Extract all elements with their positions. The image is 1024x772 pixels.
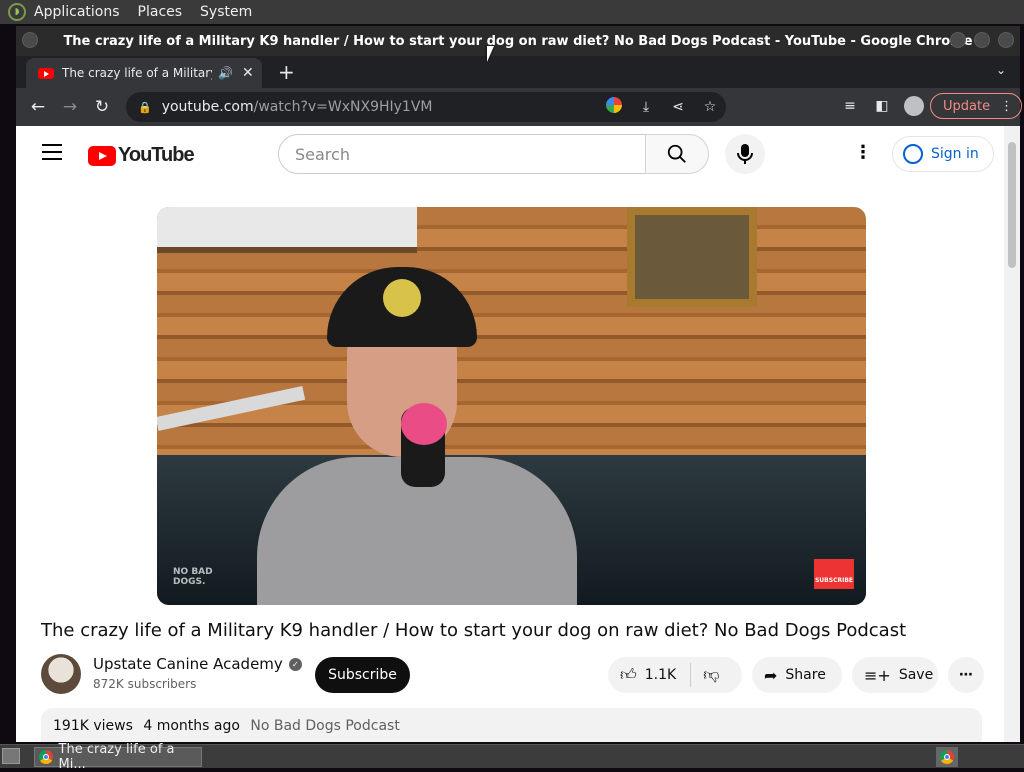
like-button[interactable]: 👍︎ 1.1K — [608, 663, 692, 687]
youtube-favicon-icon — [38, 67, 54, 79]
video-subscribe-badge[interactable]: SUBSCRIBE — [814, 559, 854, 589]
forward-button[interactable]: → — [54, 97, 86, 117]
youtube-logo-text: YouTube — [118, 144, 195, 166]
tab-youtube[interactable]: The crazy life of a Military K9 handler … — [26, 58, 262, 88]
bottom-taskbar: The crazy life of a Mi... — [0, 742, 1024, 772]
search-button[interactable] — [645, 134, 709, 174]
video-title: The crazy life of a Military K9 handler … — [41, 620, 907, 641]
tray-chrome-icon[interactable] — [936, 747, 958, 767]
search-placeholder: Search — [295, 144, 350, 164]
verified-check-icon: ✓ — [288, 657, 302, 671]
like-dislike-group: 👍︎ 1.1K 👎︎ — [608, 657, 742, 693]
playlist-add-icon: ≡+ — [864, 665, 891, 685]
search-icon — [667, 144, 686, 163]
show-desktop-icon[interactable] — [2, 748, 20, 764]
maximize-button[interactable] — [974, 32, 990, 48]
window-menu-button[interactable] — [22, 32, 38, 48]
dislike-button[interactable]: 👎︎ — [691, 665, 719, 685]
taskbar-chrome-window[interactable]: The crazy life of a Mi... — [34, 742, 202, 772]
chrome-icon — [39, 750, 53, 764]
search-input[interactable]: Search — [278, 134, 646, 174]
thumbs-down-icon: 👎︎ — [703, 665, 720, 684]
reload-button[interactable]: ↻ — [86, 97, 118, 117]
share-page-icon[interactable]: ⋖ — [662, 99, 694, 115]
video-player[interactable]: NO BAD DOGS. SUBSCRIBE — [157, 207, 866, 605]
browser-toolbar: ← → ↻ 🔒 youtube.com/watch?v=WxNX9HIy1VM … — [16, 88, 1023, 126]
sign-in-label: Sign in — [931, 146, 979, 162]
settings-more-icon[interactable]: ⋮ — [854, 142, 872, 163]
close-window-button[interactable] — [998, 32, 1014, 48]
more-horizontal-icon: ⋯ — [959, 667, 973, 683]
url-path: /watch?v=WxNX9HIy1VM — [253, 99, 433, 115]
share-button[interactable]: ➦ Share — [752, 657, 842, 693]
upload-date: 4 months ago — [143, 718, 240, 734]
gnome-foot-icon[interactable]: ◗ — [8, 3, 26, 21]
side-panel-icon[interactable]: ◧ — [866, 98, 898, 114]
window-title: The crazy life of a Military K9 handler … — [63, 33, 973, 49]
lock-icon[interactable]: 🔒 — [138, 101, 152, 114]
update-button[interactable]: Update ⋮ — [930, 93, 1023, 119]
like-count: 1.1K — [644, 667, 677, 683]
youtube-play-icon — [88, 145, 116, 166]
view-count: 191K views — [53, 718, 133, 734]
thumbs-up-icon: 👍︎ — [620, 665, 637, 684]
google-lens-icon[interactable] — [598, 97, 630, 117]
chrome-window: The crazy life of a Military K9 handler … — [16, 26, 1023, 742]
voice-search-button[interactable] — [725, 134, 765, 174]
address-bar[interactable]: 🔒 youtube.com/watch?v=WxNX9HIy1VM ⤓ ⋖ ☆ — [126, 92, 726, 122]
audio-playing-icon[interactable]: 🔊 — [218, 66, 233, 80]
channel-name-link[interactable]: Upstate Canine Academy ✓ — [93, 655, 302, 673]
save-label: Save — [898, 667, 934, 683]
tab-strip: The crazy life of a Military K9 handler … — [16, 56, 1020, 88]
more-actions-button[interactable]: ⋯ — [948, 657, 984, 693]
user-circle-icon — [903, 144, 923, 164]
subscriber-count: 872K subscribers — [93, 677, 197, 691]
chrome-menu-icon[interactable]: ⋮ — [1000, 99, 1013, 114]
video-frame-whiteboard — [157, 207, 417, 253]
menu-places[interactable]: Places — [138, 4, 183, 20]
window-titlebar[interactable]: The crazy life of a Military K9 handler … — [16, 26, 1020, 56]
youtube-logo[interactable]: YouTube — [88, 144, 195, 167]
menu-applications[interactable]: Applications — [34, 4, 120, 20]
share-arrow-icon: ➦ — [764, 665, 778, 685]
install-app-icon[interactable]: ⤓ — [630, 99, 662, 115]
page-scrollbar[interactable] — [1004, 126, 1020, 742]
save-button[interactable]: ≡+ Save — [852, 657, 938, 693]
video-frame-painting — [627, 207, 757, 307]
mouse-cursor-icon — [487, 46, 494, 62]
microphone-icon — [737, 144, 753, 164]
share-label: Share — [785, 667, 826, 683]
hamburger-menu-icon[interactable] — [42, 144, 62, 165]
minimize-button[interactable] — [950, 32, 966, 48]
tab-title: The crazy life of a Military K9 handler — [62, 66, 212, 80]
scrollbar-thumb[interactable] — [1008, 142, 1016, 268]
url-domain: youtube.com — [161, 99, 254, 115]
new-tab-button[interactable]: + — [278, 60, 295, 84]
top-panel: ◗ Applications Places System — [0, 0, 1024, 24]
back-button[interactable]: ← — [22, 97, 54, 117]
description-box[interactable]: 191K views 4 months ago No Bad Dogs Podc… — [41, 708, 982, 742]
sign-in-button[interactable]: Sign in — [892, 136, 994, 172]
subscribe-button[interactable]: Subscribe — [315, 657, 410, 693]
youtube-page: YouTube Search ⋮ Sign in NO BAD DOGS. SU… — [16, 126, 1004, 742]
bookmark-star-icon[interactable]: ☆ — [694, 99, 726, 115]
media-control-icon[interactable]: ≡ — [834, 98, 866, 114]
close-tab-icon[interactable]: ✕ — [242, 65, 254, 81]
video-watermark: NO BAD DOGS. — [173, 567, 213, 587]
channel-avatar[interactable] — [41, 654, 81, 694]
update-label: Update — [943, 98, 991, 114]
playlist-tag-link[interactable]: No Bad Dogs Podcast — [250, 718, 399, 734]
menu-system[interactable]: System — [200, 4, 252, 20]
tab-search-chevron-icon[interactable]: ⌄ — [996, 63, 1006, 77]
youtube-header: YouTube Search ⋮ Sign in — [16, 126, 1004, 182]
video-frame-pop-filter — [401, 403, 447, 445]
channel-name: Upstate Canine Academy — [93, 655, 283, 673]
profile-avatar-icon[interactable] — [904, 96, 924, 116]
